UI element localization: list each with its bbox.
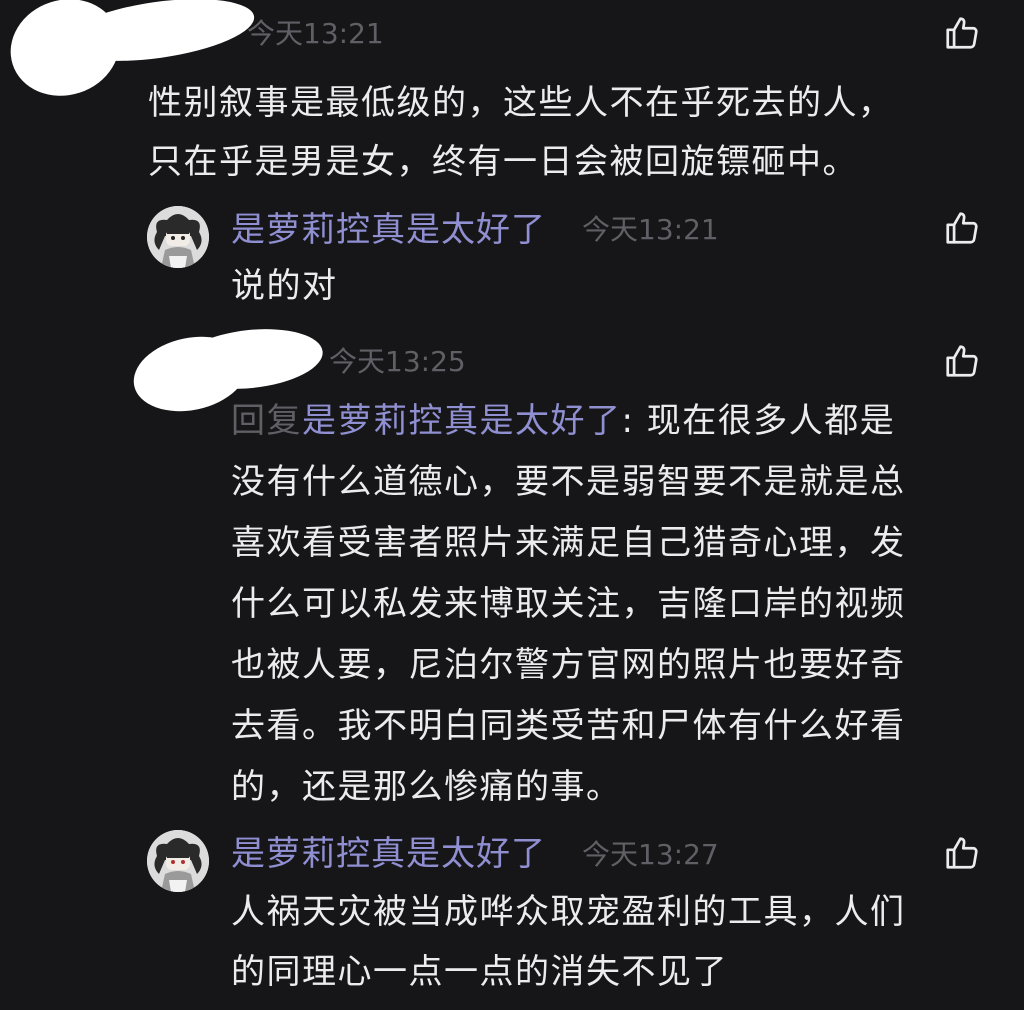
thumbs-up-icon: [946, 345, 978, 377]
reply-first-text: : 现在很多人都是: [621, 401, 896, 441]
comment-line: 性别叙事是最低级的，这些人不在乎死去的人，: [148, 83, 894, 123]
reply-prefix: 回复: [231, 401, 302, 441]
comment-line: 的，还是那么惨痛的事。: [231, 767, 622, 807]
reply-first-line: 回复是萝莉控真是太好了: 现在很多人都是: [231, 391, 906, 452]
comment-line: 人祸天灾被当成哗众取宠盈利的工具，人们: [231, 892, 906, 932]
comment-text: 性别叙事是最低级的，这些人不在乎死去的人， 只在乎是男是女，终有一日会被回旋镖砸…: [148, 74, 894, 192]
anime-avatar: [147, 206, 209, 268]
comment-time: 今天13:25: [329, 345, 466, 378]
thumbs-up-icon: [946, 837, 978, 869]
comment-line: 没有什么道德心，要不是弱智要不是就是总: [231, 462, 906, 502]
thumbs-up-icon: [946, 212, 978, 244]
comment-text: 回复是萝莉控真是太好了: 现在很多人都是 没有什么道德心，要不是弱智要不是就是总…: [231, 391, 906, 818]
username-link[interactable]: 是萝莉控真是太好了: [231, 210, 546, 250]
comment-line: 喜欢看受害者照片来满足自己猎奇心理，发: [231, 523, 906, 563]
comment-time: 今天13:27: [582, 838, 719, 871]
comment-line: 只在乎是男是女，终有一日会被回旋镖砸中。: [148, 142, 858, 182]
user-avatar[interactable]: [147, 206, 209, 268]
user-avatar[interactable]: [147, 830, 209, 892]
like-button[interactable]: [943, 834, 981, 872]
username-link[interactable]: 是萝莉控真是太好了: [231, 834, 546, 874]
comment-time: 今天13:21: [247, 17, 384, 50]
like-button[interactable]: [943, 14, 981, 52]
reply-to-username[interactable]: 是萝莉控真是太好了: [302, 401, 622, 441]
comment-line: 也被人要，尼泊尔警方官网的照片也要好奇: [231, 645, 906, 685]
comment-line: 说的对: [231, 266, 338, 306]
like-button[interactable]: [943, 209, 981, 247]
like-button[interactable]: [943, 342, 981, 380]
comment-text: 说的对: [231, 264, 338, 308]
comment-line: 什么可以私发来博取关注，吉隆口岸的视频: [231, 584, 906, 624]
comment-line: 去看。我不明白同类受苦和尸体有什么好看: [231, 706, 906, 746]
comment-time: 今天13:21: [582, 213, 719, 246]
comment-line: 的同理心一点一点的消失不见了: [231, 952, 728, 992]
comment-text: 人祸天灾被当成哗众取宠盈利的工具，人们 的同理心一点一点的消失不见了: [231, 882, 906, 1002]
anime-avatar: [147, 830, 209, 892]
thumbs-up-icon: [946, 17, 978, 49]
